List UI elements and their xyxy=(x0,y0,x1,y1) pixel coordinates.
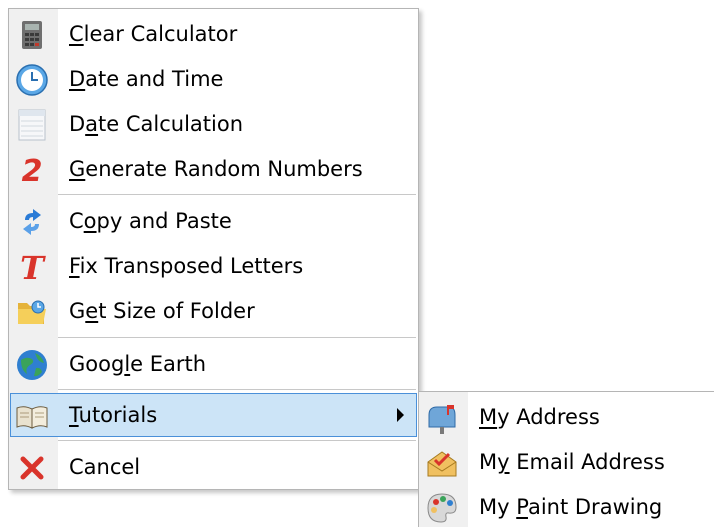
menu-item-label: My Email Address xyxy=(479,450,665,474)
menu-item-cancel[interactable]: Cancel xyxy=(11,445,416,489)
menu-separator xyxy=(58,337,416,338)
menu-item-label: Tutorials xyxy=(69,403,158,427)
submenu-item-my-address[interactable]: My Address xyxy=(421,395,714,439)
context-menu: Clear Calculator Date and Time Date Calc… xyxy=(8,8,419,490)
menu-item-label: Date Calculation xyxy=(69,112,244,136)
menu-item-date-calculation[interactable]: Date Calculation xyxy=(11,102,416,146)
submenu-item-my-paint-drawing[interactable]: My Paint Drawing xyxy=(421,485,714,529)
number-two-icon: 2 xyxy=(15,153,49,187)
menu-separator xyxy=(58,389,416,390)
menu-item-copy-and-paste[interactable]: Copy and Paste xyxy=(11,199,416,243)
submenu-item-my-email-address[interactable]: My Email Address xyxy=(421,440,714,484)
menu-item-generate-random-numbers[interactable]: 2 Generate Random Numbers xyxy=(11,147,416,191)
menu-item-label: Get Size of Folder xyxy=(69,299,255,323)
letter-t-icon: T xyxy=(15,250,49,284)
copy-paste-arrows-icon xyxy=(15,205,49,239)
book-icon xyxy=(15,400,49,434)
menu-item-date-and-time[interactable]: Date and Time xyxy=(11,57,416,101)
svg-text:2: 2 xyxy=(22,154,43,186)
calendar-icon xyxy=(15,108,49,142)
clock-icon xyxy=(15,63,49,97)
email-icon xyxy=(425,446,459,480)
menu-item-clear-calculator[interactable]: Clear Calculator xyxy=(11,12,416,56)
menu-item-label: Date and Time xyxy=(69,67,224,91)
menu-item-google-earth[interactable]: Google Earth xyxy=(11,342,416,386)
tutorials-submenu: My Address My Email Address My Paint Dra… xyxy=(418,391,714,527)
menu-item-label: Cancel xyxy=(69,455,141,479)
calculator-icon xyxy=(15,18,49,52)
folder-icon xyxy=(15,295,49,329)
menu-separator xyxy=(58,440,416,441)
submenu-arrow-icon xyxy=(397,408,404,422)
menu-item-label: Generate Random Numbers xyxy=(69,157,363,181)
menu-item-label: My Paint Drawing xyxy=(479,495,663,519)
close-icon xyxy=(15,451,49,485)
menu-item-label: Fix Transposed Letters xyxy=(69,254,304,278)
mailbox-icon xyxy=(425,401,459,435)
svg-text:T: T xyxy=(20,251,46,283)
menu-separator xyxy=(58,194,416,195)
paint-palette-icon xyxy=(425,491,459,525)
menu-item-label: Clear Calculator xyxy=(69,22,238,46)
menu-item-fix-transposed-letters[interactable]: T Fix Transposed Letters xyxy=(11,244,416,288)
menu-item-label: Google Earth xyxy=(69,352,207,376)
globe-icon xyxy=(15,348,49,382)
menu-item-tutorials[interactable]: Tutorials xyxy=(10,393,417,437)
menu-item-label: My Address xyxy=(479,405,600,429)
menu-item-get-size-of-folder[interactable]: Get Size of Folder xyxy=(11,289,416,333)
menu-item-label: Copy and Paste xyxy=(69,209,232,233)
